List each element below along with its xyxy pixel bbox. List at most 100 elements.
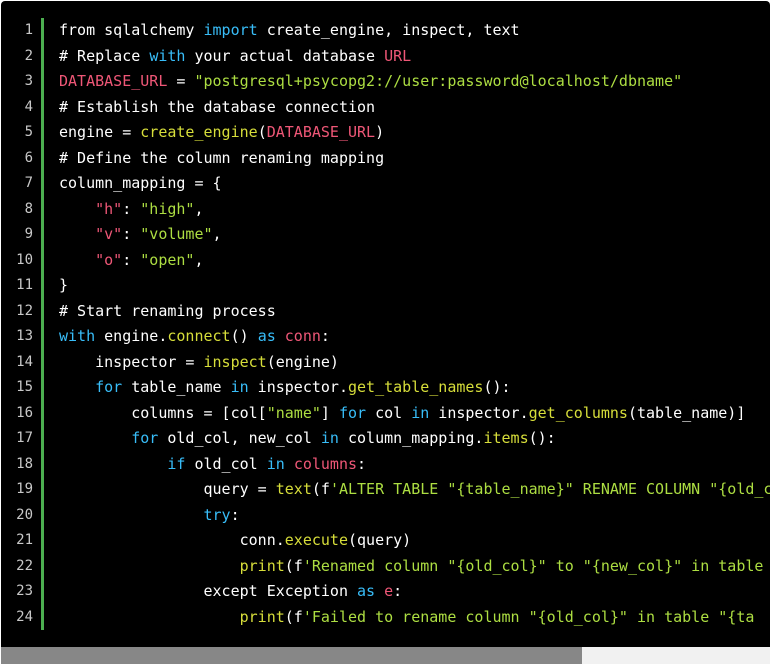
code-line: print(f'Failed to rename column "{old_co… (59, 605, 770, 631)
code-token: as (357, 582, 376, 600)
code-token: with (149, 46, 186, 65)
code-token: : (320, 327, 330, 345)
code-line: if old_col in columns: (59, 452, 770, 478)
code-token: your actual database (185, 46, 385, 65)
code-token: DATABASE_URL (59, 72, 168, 90)
code-token: connect (167, 327, 231, 345)
code-token: () (230, 327, 258, 345)
code-line: # Define the column renaming mapping (59, 146, 770, 172)
code-token: text (275, 480, 312, 498)
code-token: except Exception (59, 582, 358, 600)
code-token: old_col, new_col (158, 429, 321, 447)
code-token: for (131, 429, 159, 447)
code-token: column_mapping. (338, 429, 484, 447)
code-token: (table_name)] (627, 403, 746, 422)
line-number: 3 (24, 73, 33, 89)
code-token: table_name (122, 378, 231, 396)
line-number: 24 (16, 608, 33, 625)
code-token: print (239, 607, 285, 626)
line-number: 13 (16, 328, 33, 344)
code-line: for table_name in inspector.get_table_na… (59, 375, 770, 401)
code-token: } (59, 276, 69, 294)
line-number: 6 (24, 149, 33, 166)
code-line: conn.execute(query) (59, 528, 770, 554)
code-token: old_col (185, 454, 267, 473)
code-editor[interactable]: 1 2 3 4 5 6 7 8 9 10 11 12 13 14 15 16 17 18 19 20 21 22 23 24 … (1, 1, 770, 647)
line-number: 8 (24, 200, 33, 217)
code-token: in (230, 378, 249, 396)
code-token: "volume" (140, 225, 213, 243)
code-line: engine = create_engine(DATABASE_URL) (59, 120, 770, 146)
code-token: "postgresql+psycopg2://user:password@loc… (194, 72, 683, 90)
code-token: e (384, 582, 394, 600)
code-token: try (203, 505, 231, 524)
code-content[interactable]: from sqlalchemy import create_engine, in… (59, 18, 770, 630)
code-token: (engine) (266, 352, 339, 371)
code-token: (): (528, 429, 556, 447)
code-token: (): (483, 378, 511, 396)
line-number: 11 (16, 277, 33, 293)
code-token: inspector = (59, 352, 204, 371)
code-line: try: (59, 503, 770, 529)
code-token: engine. (95, 327, 168, 345)
code-token: "open" (140, 250, 195, 269)
code-token: "v" (95, 225, 123, 243)
code-token: if (167, 454, 186, 473)
code-token: execute (284, 531, 348, 549)
code-token: , (194, 250, 204, 269)
code-token: # Replace (59, 46, 150, 65)
code-token: : (357, 454, 367, 473)
code-line: } (59, 273, 770, 299)
code-token: inspector. (248, 378, 348, 396)
code-token: engine = (59, 123, 141, 141)
code-token: columns = [col[ (59, 403, 267, 422)
code-token: inspect (203, 352, 267, 371)
code-token: ( (257, 123, 267, 141)
line-number: 21 (16, 532, 33, 548)
line-number: 20 (16, 506, 33, 523)
code-line: # Replace with your actual database URL (59, 44, 770, 70)
code-line: from sqlalchemy import create_engine, in… (59, 18, 770, 44)
code-line: for old_col, new_col in column_mapping.i… (59, 426, 770, 452)
line-number: 22 (16, 557, 33, 574)
code-token: 'Renamed column "{old_col}" to "{new_col… (302, 556, 764, 575)
code-token: ) (375, 123, 385, 141)
code-token: = (167, 72, 195, 90)
line-number-gutter: 1 2 3 4 5 6 7 8 9 10 11 12 13 14 15 16 17 18 19 20 21 22 23 24 (1, 18, 33, 630)
code-token: get_columns (528, 403, 628, 422)
line-number: 9 (24, 226, 33, 242)
code-line: DATABASE_URL = "postgresql+psycopg2://us… (59, 69, 770, 95)
code-line: print(f'Renamed column "{old_col}" to "{… (59, 554, 770, 580)
code-token: 'ALTER TABLE "{table_name}" RENAME COLUM… (329, 480, 770, 498)
code-line: "v": "volume", (59, 222, 770, 248)
code-token: for (95, 378, 123, 396)
line-number: 16 (16, 404, 33, 421)
code-token: with (59, 327, 96, 345)
code-token: "h" (95, 199, 123, 218)
code-line: columns = [col["name"] for col in inspec… (59, 401, 770, 427)
code-token: : (122, 199, 141, 218)
code-token: get_table_names (348, 378, 484, 396)
code-token: "high" (140, 199, 195, 218)
code-token: (f (311, 480, 330, 498)
line-number: 23 (16, 583, 33, 599)
code-token: columns (293, 454, 358, 473)
code-token: query = (59, 480, 276, 498)
code-token: conn (284, 327, 321, 345)
code-line: query = text(f'ALTER TABLE "{table_name}… (59, 477, 770, 503)
scrollbar-thumb[interactable] (1, 647, 582, 664)
code-line: except Exception as e: (59, 579, 770, 605)
code-token: print (239, 556, 285, 575)
horizontal-scrollbar[interactable] (1, 647, 770, 664)
code-token: in (411, 403, 430, 422)
line-number: 4 (24, 98, 33, 115)
code-token: URL (384, 46, 412, 65)
code-token: column_mapping = { (59, 174, 222, 192)
